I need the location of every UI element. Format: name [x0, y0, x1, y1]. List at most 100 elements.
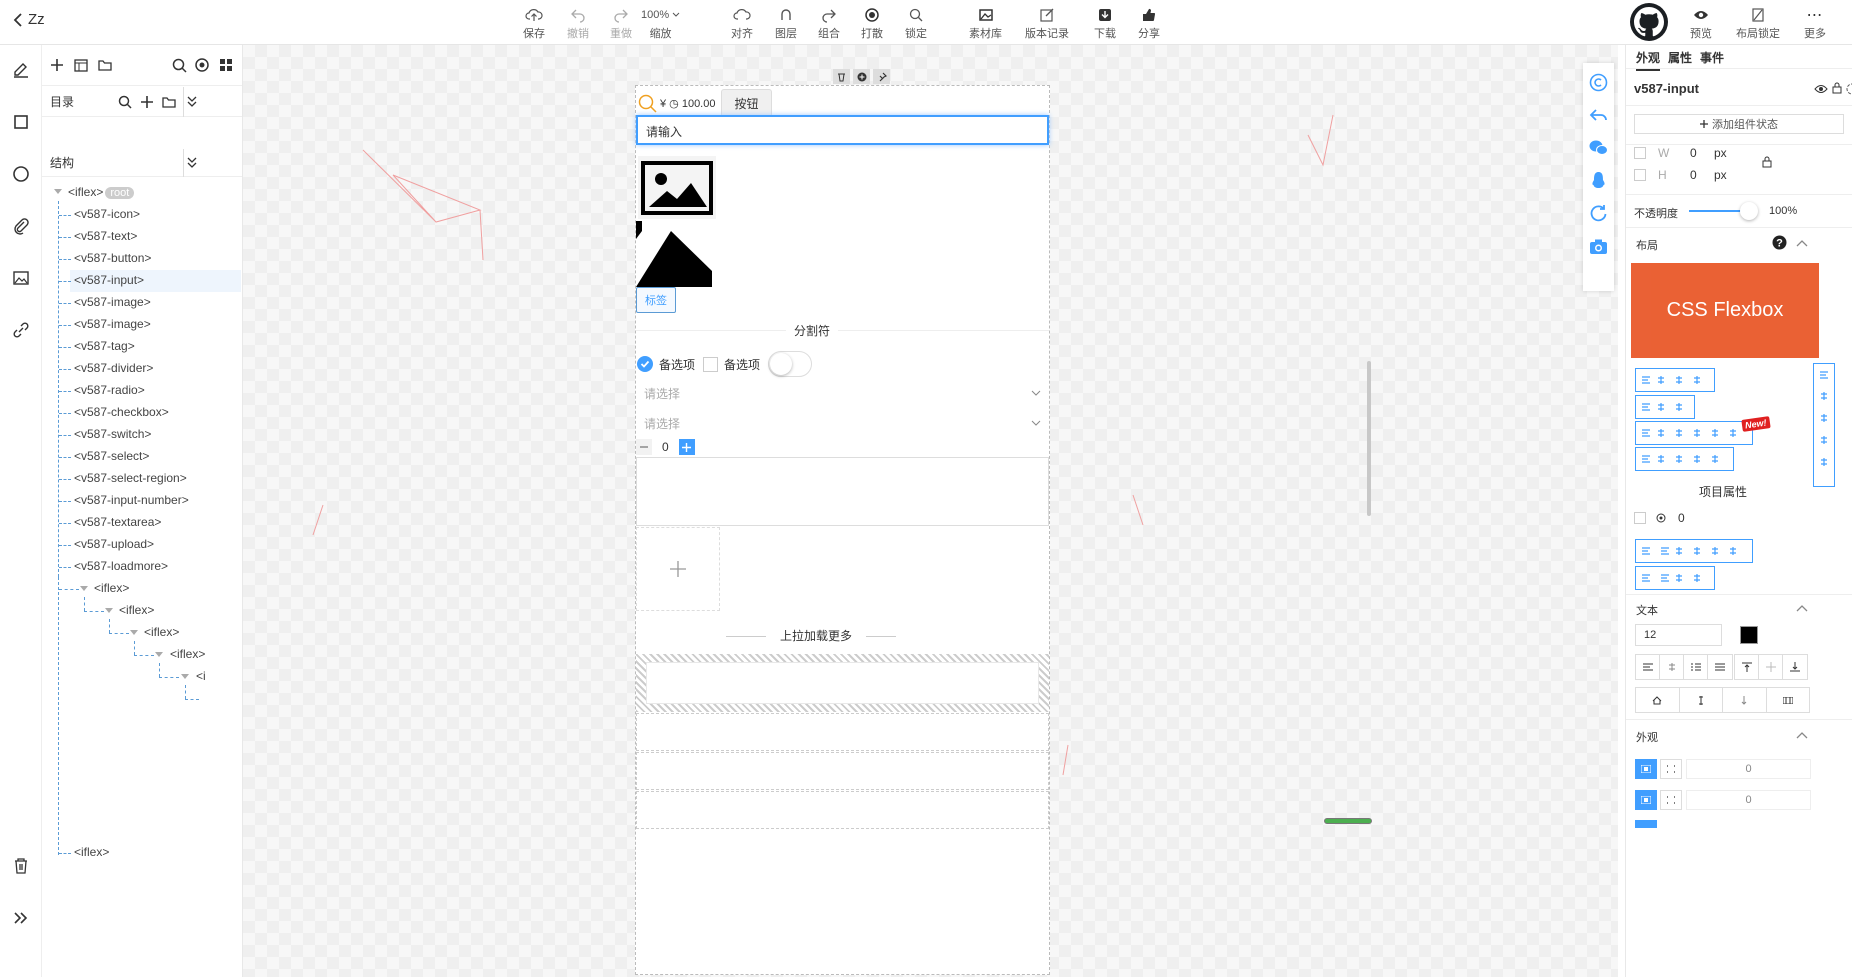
justify-row-2[interactable]: [1635, 395, 1695, 419]
padding-split-button[interactable]: [1660, 790, 1682, 810]
order-checkbox[interactable]: [1634, 512, 1646, 524]
align-column[interactable]: [1813, 363, 1835, 487]
tree-root-node[interactable]: <iflex> root: [68, 185, 135, 199]
tree-node[interactable]: <v587-input-number>: [74, 493, 189, 507]
caret-down-icon[interactable]: [181, 674, 189, 680]
chevron-up-icon[interactable]: [1796, 604, 1808, 612]
w-value[interactable]: 0: [1690, 146, 1697, 160]
screenshot-button[interactable]: [1589, 237, 1608, 256]
refresh-share-button[interactable]: [1589, 73, 1608, 92]
order-value[interactable]: 0: [1678, 511, 1685, 525]
upload-button[interactable]: [636, 527, 720, 611]
align-self-row-2[interactable]: [1635, 566, 1715, 590]
circle-dashed-icon[interactable]: [1846, 83, 1852, 95]
tree-node[interactable]: <v587-loadmore>: [74, 559, 168, 573]
margin-split-button[interactable]: [1660, 759, 1682, 779]
share-button[interactable]: 分享: [1138, 6, 1160, 41]
decrement-button[interactable]: [636, 439, 652, 455]
more-button[interactable]: ⋯ 更多: [1804, 6, 1826, 41]
tree-node[interactable]: <v587-switch>: [74, 427, 151, 441]
flexbox-banner[interactable]: CSS Flexbox: [1631, 263, 1819, 358]
align-justify-button[interactable]: [1708, 655, 1732, 679]
tree-node[interactable]: <v587-radio>: [74, 383, 145, 397]
selected-container[interactable]: [636, 654, 1049, 712]
undo-button[interactable]: 撤销: [567, 6, 589, 41]
tree-node[interactable]: <v587-text>: [74, 229, 137, 243]
increment-button[interactable]: [678, 439, 695, 455]
tree-node[interactable]: <v587-upload>: [74, 537, 154, 551]
vertical-scrollbar[interactable]: [1367, 361, 1371, 516]
reply-button[interactable]: [1589, 106, 1608, 125]
checked-radio-icon[interactable]: [637, 356, 653, 372]
zoom-select[interactable]: 100% 缩放: [641, 6, 680, 41]
wechat-button[interactable]: [1589, 138, 1608, 157]
target-icon[interactable]: [195, 58, 209, 72]
tree-node[interactable]: <v587-divider>: [74, 361, 153, 375]
tree-node[interactable]: <v587-image>: [74, 317, 151, 331]
text-input[interactable]: 请输入: [636, 115, 1049, 145]
caret-down-icon[interactable]: [54, 189, 62, 195]
toggle-switch[interactable]: [768, 351, 813, 377]
text-color-swatch[interactable]: [1740, 626, 1758, 644]
folder-icon[interactable]: [162, 96, 176, 108]
double-chevron-down-icon[interactable]: [187, 96, 197, 108]
chevron-up-icon[interactable]: [1796, 239, 1808, 247]
border-mode-button[interactable]: [1635, 820, 1657, 828]
w-checkbox[interactable]: [1634, 147, 1646, 159]
structure-row[interactable]: 结构: [42, 149, 242, 177]
select-1[interactable]: 请选择: [636, 378, 1049, 408]
redo-button[interactable]: 重做: [610, 6, 632, 41]
caret-down-icon[interactable]: [105, 608, 113, 614]
attachment-tool[interactable]: [10, 215, 32, 237]
tree-node[interactable]: <v587-checkbox>: [74, 405, 169, 419]
padding-input[interactable]: 0: [1686, 790, 1811, 810]
opacity-slider-handle[interactable]: [1740, 202, 1758, 220]
tree-node-nested[interactable]: <iflex>: [94, 581, 129, 595]
save-button[interactable]: 保存: [523, 6, 545, 41]
empty-flex-1[interactable]: [636, 713, 1049, 751]
valign-top-button[interactable]: [1735, 655, 1759, 679]
caret-down-icon[interactable]: [80, 586, 88, 592]
search-icon[interactable]: [172, 58, 187, 73]
caret-down-icon[interactable]: [155, 652, 163, 658]
primary-button[interactable]: 按钮: [721, 89, 772, 118]
tree-node[interactable]: <v587-select>: [74, 449, 149, 463]
font-size-input[interactable]: 12: [1635, 624, 1722, 646]
help-icon[interactable]: ?: [1772, 235, 1787, 250]
delete-tool[interactable]: [10, 855, 32, 877]
tree-node[interactable]: <v587-tag>: [74, 339, 135, 353]
padding-mode-button[interactable]: [1635, 790, 1657, 810]
tree-node-nested[interactable]: <iflex>: [170, 647, 205, 661]
align-left-button[interactable]: [1636, 655, 1660, 679]
empty-flex-3[interactable]: [636, 791, 1049, 829]
material-library-button[interactable]: 素材库: [969, 6, 1002, 41]
circle-tool[interactable]: [10, 163, 32, 185]
align-center-button[interactable]: [1660, 655, 1684, 679]
lock-icon[interactable]: [1832, 82, 1842, 94]
margin-input[interactable]: 0: [1686, 759, 1811, 779]
image-tool[interactable]: [10, 267, 32, 289]
link-tool[interactable]: [10, 319, 32, 341]
align-self-row-1[interactable]: [1635, 539, 1753, 563]
decoration-button-1[interactable]: [1636, 688, 1680, 712]
align-right-button[interactable]: [1684, 655, 1708, 679]
tree-node[interactable]: <iflex>: [74, 845, 109, 859]
valign-middle-button[interactable]: [1759, 655, 1783, 679]
version-history-button[interactable]: 版本记录: [1025, 6, 1069, 41]
ungroup-button[interactable]: 打散: [861, 6, 883, 41]
checkbox[interactable]: [703, 356, 719, 372]
justify-row-1[interactable]: [1635, 368, 1715, 392]
folder-icon[interactable]: [98, 59, 112, 71]
margin-mode-button[interactable]: [1635, 759, 1657, 779]
tree-node[interactable]: <v587-select-region>: [74, 471, 187, 485]
decoration-button-3[interactable]: [1723, 688, 1767, 712]
double-chevron-down-icon[interactable]: [187, 157, 197, 169]
empty-flex-2[interactable]: [636, 752, 1049, 790]
layout-lock-button[interactable]: 布局锁定: [1736, 6, 1780, 41]
select-2[interactable]: 请选择: [636, 408, 1049, 438]
eye-icon[interactable]: [1814, 84, 1828, 94]
tree-node-nested[interactable]: <iflex>: [119, 603, 154, 617]
canvas-scrollbar[interactable]: [1324, 818, 1372, 824]
download-button[interactable]: 下载: [1094, 6, 1116, 41]
tree-node-nested[interactable]: <i: [196, 669, 206, 683]
